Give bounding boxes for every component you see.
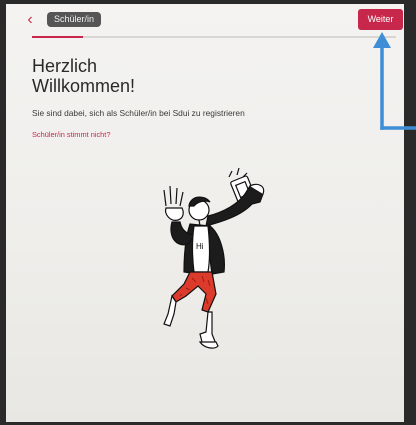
shirt-hi-text: Hi bbox=[196, 242, 204, 251]
progress-fill bbox=[32, 36, 83, 38]
registration-subtitle: Sie sind dabei, sich als Schüler/in bei … bbox=[32, 108, 245, 118]
progress-bar bbox=[32, 36, 396, 38]
title-line-2: Willkommen! bbox=[32, 76, 136, 96]
next-button[interactable]: Weiter bbox=[358, 9, 403, 30]
page-title: Herzlich Willkommen! bbox=[32, 56, 135, 96]
welcome-illustration: Hi bbox=[163, 167, 265, 349]
chevron-left-icon: ‹ bbox=[27, 11, 33, 28]
top-bar: ‹ Schüler/in Weiter bbox=[6, 4, 404, 38]
app-screen: ‹ Schüler/in Weiter Herzlich Willkommen!… bbox=[6, 4, 404, 422]
wrong-role-link[interactable]: Schüler/in stimmt nicht? bbox=[32, 130, 110, 139]
role-chip[interactable]: Schüler/in bbox=[47, 12, 102, 27]
title-line-1: Herzlich bbox=[32, 56, 98, 76]
back-button[interactable]: ‹ bbox=[20, 10, 40, 30]
annotation-arrow-icon bbox=[373, 32, 416, 130]
